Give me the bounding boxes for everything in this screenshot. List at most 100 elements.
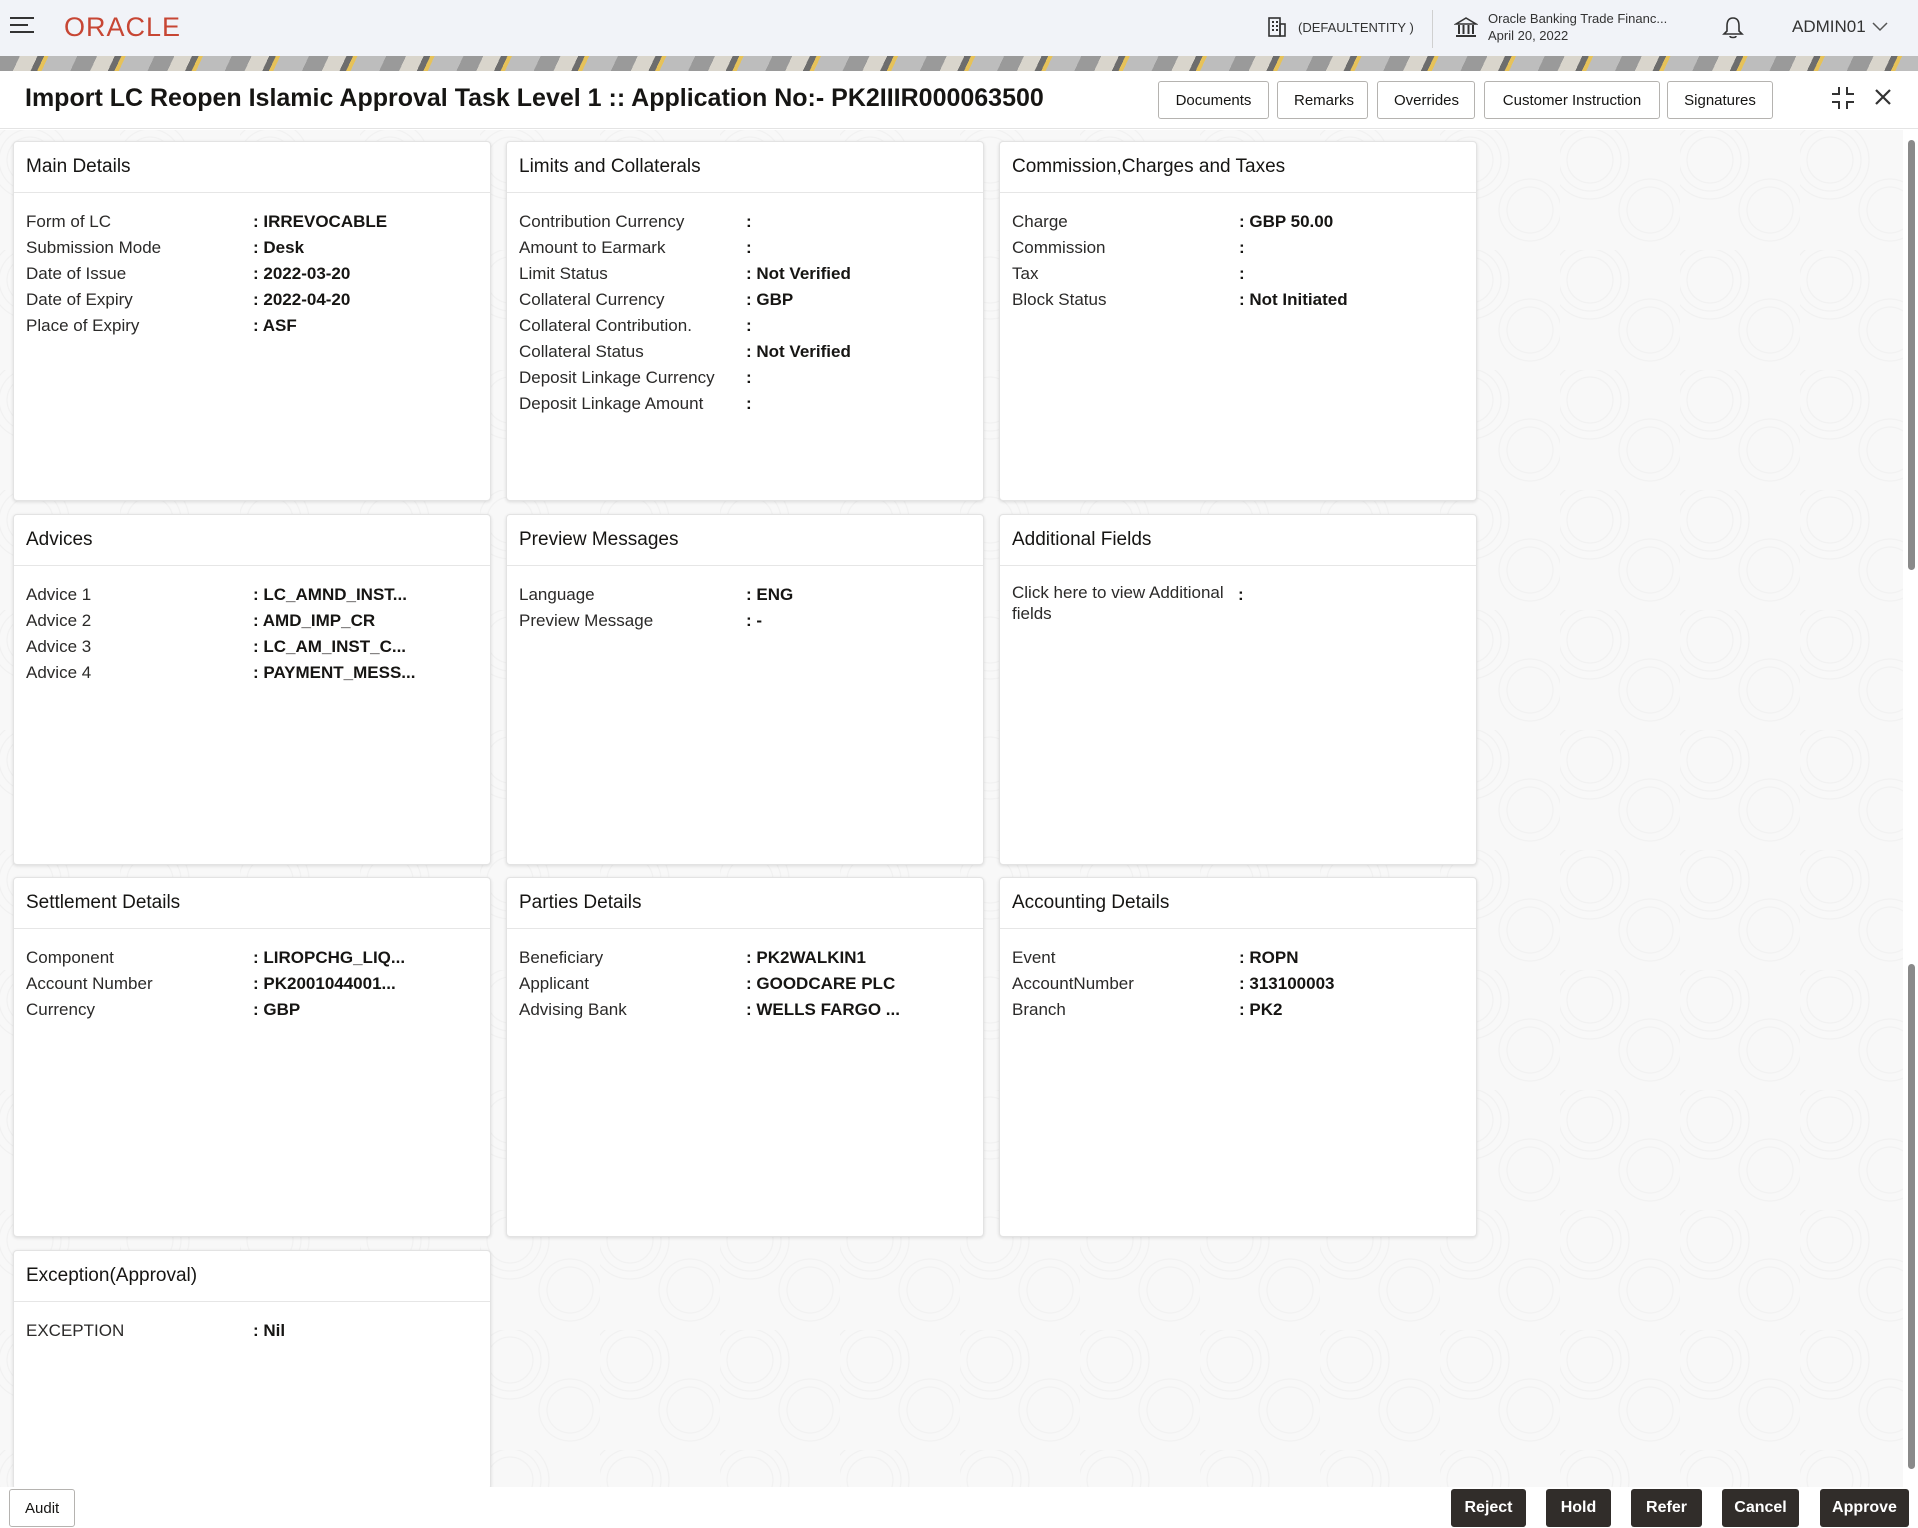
content-area: Main Details Form of LC: IRREVOCABLESubm…	[0, 130, 1903, 1528]
commission-charges-taxes-card[interactable]: Commission,Charges and Taxes Charge: GBP…	[999, 141, 1477, 501]
row-value: : PK2	[1239, 997, 1282, 1023]
row-label: Collateral Contribution.	[519, 313, 746, 339]
card-row: Advising Bank: WELLS FARGO ...	[519, 997, 971, 1023]
row-value: : GBP 50.00	[1239, 209, 1333, 235]
card-row: AccountNumber: 313100003	[1012, 971, 1464, 997]
remarks-button[interactable]: Remarks	[1277, 81, 1368, 119]
card-row: EXCEPTION: Nil	[26, 1318, 478, 1344]
row-label: Contribution Currency	[519, 209, 746, 235]
user-name: ADMIN01	[1792, 17, 1866, 37]
card-row: Language: ENG	[519, 582, 971, 608]
collapse-icon[interactable]	[1830, 85, 1856, 116]
row-label: Advice 2	[26, 608, 253, 634]
row-value: : 2022-04-20	[253, 287, 350, 313]
row-label: Submission Mode	[26, 235, 253, 261]
row-label: Applicant	[519, 971, 746, 997]
decorative-banner-strip	[0, 56, 1918, 71]
approve-button[interactable]: Approve	[1820, 1489, 1909, 1527]
row-label: Block Status	[1012, 287, 1239, 313]
card-row: Deposit Linkage Amount:	[519, 391, 971, 417]
row-value: : ROPN	[1239, 945, 1299, 971]
top-navigation-bar: ORACLE (DEFAULTENTITY ) Oracle Banking T…	[0, 0, 1918, 56]
row-value: : Not Verified	[746, 339, 851, 365]
bank-icon	[1454, 15, 1478, 39]
overrides-button[interactable]: Overrides	[1377, 81, 1475, 119]
exception-approval-card[interactable]: Exception(Approval) EXCEPTION: Nil	[13, 1250, 491, 1490]
advices-card[interactable]: Advices Advice 1: LC_AMND_INST...Advice …	[13, 514, 491, 865]
user-menu[interactable]: ADMIN01	[1792, 17, 1888, 37]
card-row: Commission:	[1012, 235, 1464, 261]
card-body: Event: ROPNAccountNumber: 313100003Branc…	[1000, 929, 1476, 1023]
entity-selector[interactable]: (DEFAULTENTITY )	[1266, 16, 1414, 38]
card-body: Advice 1: LC_AMND_INST...Advice 2: AMD_I…	[14, 566, 490, 686]
header-divider	[1432, 10, 1433, 48]
row-label: Account Number	[26, 971, 253, 997]
reject-button[interactable]: Reject	[1451, 1489, 1526, 1527]
cancel-button[interactable]: Cancel	[1722, 1489, 1799, 1527]
signatures-button[interactable]: Signatures	[1667, 81, 1773, 119]
row-value: :	[746, 365, 752, 391]
card-row: Applicant: GOODCARE PLC	[519, 971, 971, 997]
row-value: : AMD_IMP_CR	[253, 608, 375, 634]
row-value: : PAYMENT_MESS...	[253, 660, 415, 686]
card-body: Charge: GBP 50.00Commission:Tax:Block St…	[1000, 193, 1476, 313]
row-label: AccountNumber	[1012, 971, 1239, 997]
bank-name: Oracle Banking Trade Financ...	[1488, 10, 1667, 27]
customer-instruction-button[interactable]: Customer Instruction	[1484, 81, 1660, 119]
notification-bell-icon[interactable]	[1722, 16, 1744, 45]
card-row: Collateral Contribution.:	[519, 313, 971, 339]
additional-fields-card[interactable]: Additional Fields Click here to view Add…	[999, 514, 1477, 865]
row-value: :	[746, 313, 752, 339]
row-label: Collateral Currency	[519, 287, 746, 313]
vertical-scrollbar[interactable]	[1905, 130, 1918, 1487]
row-value: : Nil	[253, 1318, 285, 1344]
parties-details-card[interactable]: Parties Details Beneficiary: PK2WALKIN1A…	[506, 877, 984, 1237]
card-row: Charge: GBP 50.00	[1012, 209, 1464, 235]
scrollbar-thumb-lower[interactable]	[1908, 964, 1915, 1469]
card-row: Preview Message: -	[519, 608, 971, 634]
main-details-card[interactable]: Main Details Form of LC: IRREVOCABLESubm…	[13, 141, 491, 501]
business-date: April 20, 2022	[1488, 27, 1667, 44]
limits-collaterals-card[interactable]: Limits and Collaterals Contribution Curr…	[506, 141, 984, 501]
card-title: Settlement Details	[14, 878, 490, 929]
card-row: Block Status: Not Initiated	[1012, 287, 1464, 313]
hold-button[interactable]: Hold	[1546, 1489, 1611, 1527]
card-row: Limit Status: Not Verified	[519, 261, 971, 287]
card-row: Collateral Status: Not Verified	[519, 339, 971, 365]
page-title: Import LC Reopen Islamic Approval Task L…	[25, 84, 1044, 113]
card-body: EXCEPTION: Nil	[14, 1302, 490, 1344]
card-body: Form of LC: IRREVOCABLESubmission Mode: …	[14, 193, 490, 339]
close-icon[interactable]	[1873, 87, 1893, 112]
settlement-details-card[interactable]: Settlement Details Component: LIROPCHG_L…	[13, 877, 491, 1237]
row-value: : 313100003	[1239, 971, 1334, 997]
row-value: : GBP	[253, 997, 300, 1023]
card-title: Exception(Approval)	[14, 1251, 490, 1302]
card-body: Language: ENGPreview Message: -	[507, 566, 983, 634]
hamburger-menu-icon[interactable]	[10, 17, 36, 39]
bank-info[interactable]: Oracle Banking Trade Financ... April 20,…	[1454, 10, 1667, 44]
documents-button[interactable]: Documents	[1158, 81, 1269, 119]
card-row[interactable]: Click here to view Additional fields :	[1012, 582, 1464, 624]
card-title: Accounting Details	[1000, 878, 1476, 929]
card-title: Preview Messages	[507, 515, 983, 566]
card-body: Beneficiary: PK2WALKIN1Applicant: GOODCA…	[507, 929, 983, 1023]
row-label: Advice 4	[26, 660, 253, 686]
card-row: Date of Expiry: 2022-04-20	[26, 287, 478, 313]
refer-button[interactable]: Refer	[1631, 1489, 1702, 1527]
accounting-details-card[interactable]: Accounting Details Event: ROPNAccountNum…	[999, 877, 1477, 1237]
row-value: :	[746, 391, 752, 417]
row-value: : -	[746, 608, 762, 634]
card-body: Component: LIROPCHG_LIQ...Account Number…	[14, 929, 490, 1023]
card-row: Currency: GBP	[26, 997, 478, 1023]
preview-messages-card[interactable]: Preview Messages Language: ENGPreview Me…	[506, 514, 984, 865]
card-title: Advices	[14, 515, 490, 566]
row-label: Charge	[1012, 209, 1239, 235]
row-label: Preview Message	[519, 608, 746, 634]
row-value: : PK2WALKIN1	[746, 945, 866, 971]
card-row: Contribution Currency:	[519, 209, 971, 235]
audit-button[interactable]: Audit	[9, 1489, 75, 1527]
card-row: Tax:	[1012, 261, 1464, 287]
scrollbar-thumb[interactable]	[1908, 140, 1915, 570]
additional-fields-link[interactable]: Click here to view Additional fields	[1012, 582, 1238, 624]
row-label: Date of Expiry	[26, 287, 253, 313]
